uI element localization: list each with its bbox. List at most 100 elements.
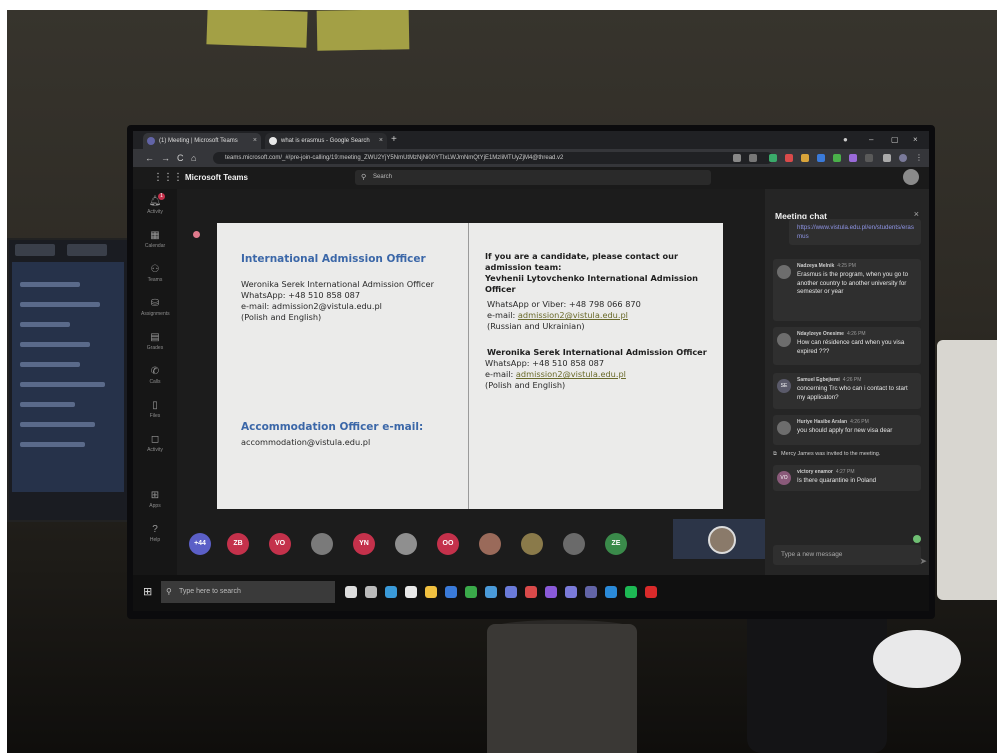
rail-item-files[interactable]: ▯ Files [141,399,169,429]
extension-icon[interactable] [865,154,873,162]
avatar[interactable] [903,169,919,185]
participant-avatar[interactable]: ZB [227,533,249,555]
rail-item-teams[interactable]: ⚇ Teams [141,263,169,293]
files-icon: ▯ [152,400,158,411]
store-icon[interactable] [405,586,417,598]
app-icon-4[interactable] [565,586,577,598]
rail-item-calls[interactable]: ✆ Calls [141,365,169,395]
chat-link-message: https://www.vistula.edu.pl/en/students/e… [789,219,921,245]
slide-text: admission team: [485,262,562,272]
slide-text: Weronika Serek International Admission O… [487,347,707,357]
new-tab-button[interactable]: + [391,133,397,147]
browser-tab-google[interactable]: what is erasmus - Google Search × [265,133,387,149]
chat-message-text: you should apply for new visa dear [797,427,893,434]
app-icon-3[interactable] [525,586,537,598]
extension-icon[interactable] [817,154,825,162]
app-icon-2[interactable] [505,586,517,598]
teams-taskbar-icon[interactable] [585,586,597,598]
slide-text: (Polish and English) [241,312,322,322]
browser-tab-teams[interactable]: (1) Meeting | Microsoft Teams × [143,133,261,149]
rail-item-grades[interactable]: ▤ Grades [141,331,169,361]
minimize-button[interactable]: – [869,133,873,147]
rail-item-assignments[interactable]: ⛁ Assignments [141,297,170,327]
explorer-icon[interactable] [445,586,457,598]
chat-message: Huriye Hasibe Arslan 4:26 PM you should a… [773,415,921,445]
chat-message: VO victory enamor 4:27 PM Is there quaran… [773,465,921,491]
maximize-button[interactable]: ▢ [891,133,899,147]
chat-close-button[interactable]: × [914,209,919,219]
participant-avatar[interactable] [479,533,501,555]
self-video-tile[interactable] [673,519,765,559]
secondary-monitor-tab [15,244,55,256]
avatar [777,265,791,279]
visual-studio-icon[interactable] [545,586,557,598]
app-icon-1[interactable] [485,586,497,598]
extension-icon[interactable] [833,154,841,162]
send-icon[interactable]: ➤ [919,555,927,567]
window-close-button[interactable]: × [913,133,918,147]
participant-avatar[interactable] [521,533,543,555]
meeting-stage: International Admission Officer Weronika… [177,189,765,519]
participant-avatar[interactable]: ZE [605,533,627,555]
extension-icon[interactable] [801,154,809,162]
assignments-icon: ⛁ [150,298,160,309]
edge-icon[interactable] [385,586,397,598]
rail-item-activity-2[interactable]: ◻ Activity [141,433,169,463]
forward-button[interactable]: → [161,151,170,165]
slide-text: (Russian and Ukrainian) [487,321,585,331]
extension-icon[interactable] [849,154,857,162]
slide-heading-admission: International Admission Officer [241,253,426,265]
coffee-mug [487,624,637,753]
slide-text: Officer [485,284,516,294]
cast-icon[interactable] [733,154,741,162]
avatar [777,333,791,347]
chat-compose-input[interactable]: Type a new message ➤ [773,535,927,566]
spotify-icon[interactable] [625,586,637,598]
participant-avatar[interactable] [311,533,333,555]
rail-label: Activity [147,447,163,453]
participant-avatar[interactable] [395,533,417,555]
extension-icon[interactable] [785,154,793,162]
extensions-puzzle-icon[interactable] [883,154,891,162]
slide-text: WhatsApp: +48 510 858 087 [485,358,605,368]
rail-item-apps[interactable]: ⊞ Apps [141,489,169,519]
rail-item-help[interactable]: ? Help [141,523,169,553]
task-view-icon[interactable] [365,586,377,598]
profile-avatar-icon[interactable] [899,154,907,162]
emoji-icon[interactable] [913,535,921,543]
search-input[interactable]: ⚲ Search [355,170,711,185]
rail-label: Grades [146,345,164,351]
participant-avatar[interactable]: VO [269,533,291,555]
email-link[interactable]: admission2@vistula.edu.pl [518,310,628,320]
email-link[interactable]: admission2@vistula.edu.pl [516,369,626,379]
chat-link[interactable]: https://www.vistula.edu.pl/en/students/e… [797,223,915,241]
address-bar[interactable]: teams.microsoft.com/_#/pre-join-calling/… [213,152,773,164]
rail-item-activity[interactable]: 🔔︎ 1 Activity [141,193,169,225]
start-button[interactable]: ⊞ [143,585,152,599]
tab-close-icon[interactable]: × [379,133,383,149]
participant-avatar[interactable] [563,533,585,555]
taskbar-search-input[interactable]: ⚲ Type here to search [161,581,335,603]
participant-avatar[interactable]: YN [353,533,375,555]
vscode-icon[interactable] [605,586,617,598]
mail-icon[interactable] [425,586,437,598]
browser-tab-bar: (1) Meeting | Microsoft Teams × what is … [133,131,929,149]
chat-message-text: Erasmus is the program, when you go to a… [797,271,909,295]
participant-avatar[interactable]: OO [437,533,459,555]
extension-icon[interactable] [769,154,777,162]
home-button[interactable]: ⌂ [191,151,196,165]
opera-icon[interactable] [645,586,657,598]
tab-close-icon[interactable]: × [253,133,257,149]
slide-text: (Polish and English) [485,380,566,390]
chat-message: Ndaylzeye Onesime 4:26 PM How can résiden… [773,327,921,365]
participant-avatar[interactable]: +44 [189,533,211,555]
rail-item-calendar[interactable]: ▦ Calendar [141,229,169,259]
browser-menu-icon[interactable]: ⋮ [915,154,923,162]
bookmark-star-icon[interactable] [749,154,757,162]
profile-dot-icon[interactable]: ● [843,133,848,147]
chrome-icon[interactable] [465,586,477,598]
reload-button[interactable]: C [177,151,184,165]
app-launcher-icon[interactable]: ⋮⋮⋮ [153,172,183,184]
cortana-icon[interactable] [345,586,357,598]
back-button[interactable]: ← [145,151,154,165]
